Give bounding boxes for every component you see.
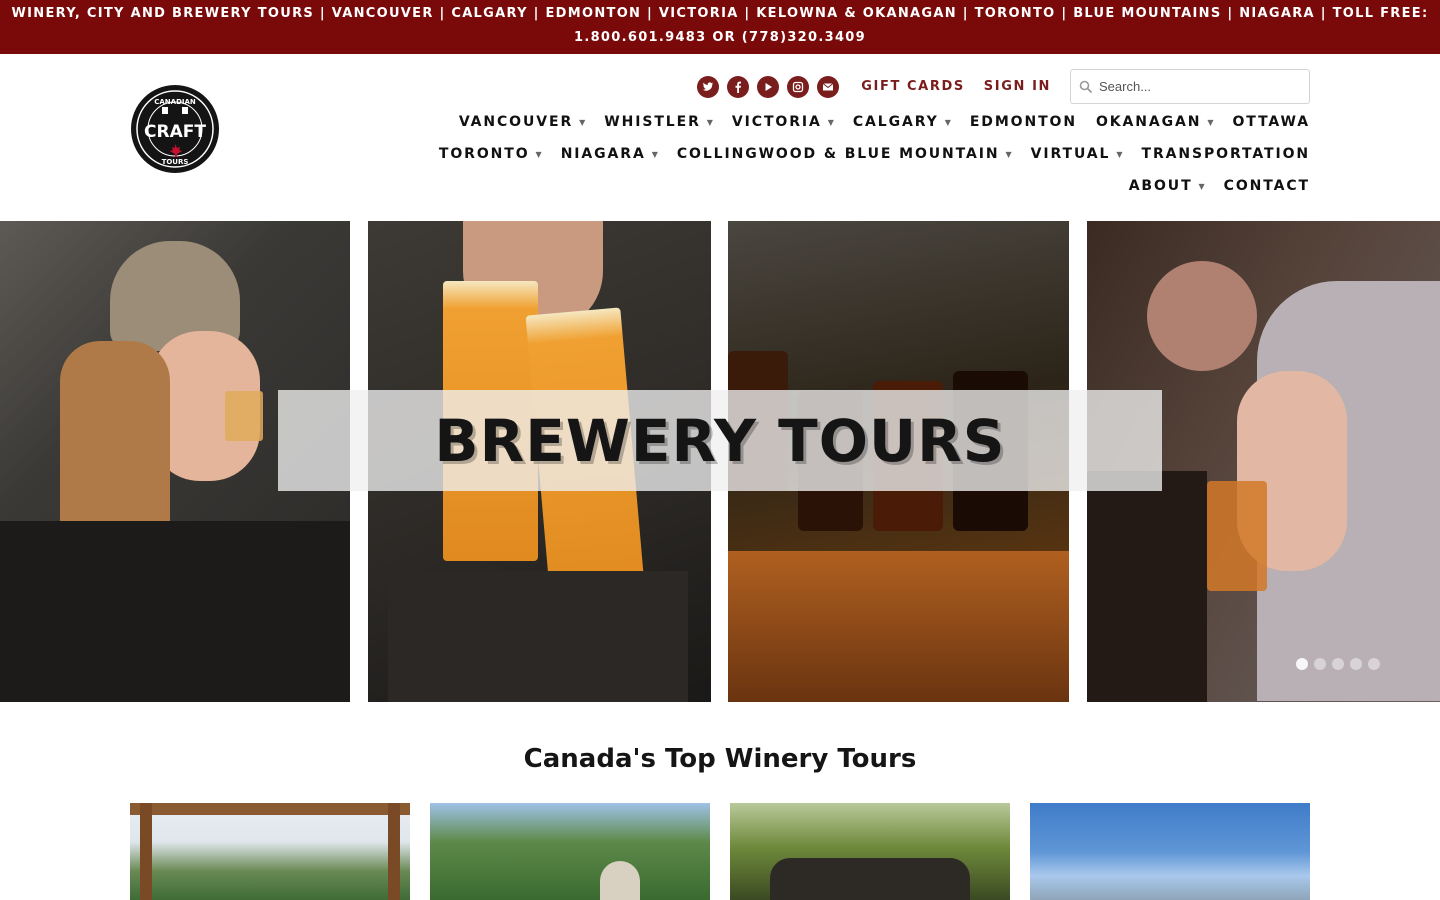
section-title: Canada's Top Winery Tours [523, 744, 917, 774]
chevron-down-icon: ▼ [706, 117, 713, 127]
nav-label: ABOUT [1128, 178, 1193, 194]
nav-row-2: TORONTO ▼ NIAGARA ▼ COLLINGWOOD & BLUE MOU… [439, 140, 1310, 168]
nav-item-toronto[interactable]: TORONTO ▼ [439, 146, 542, 162]
logo-top-text: CANADIAN [154, 98, 196, 106]
hero-title: BREWERY TOURS [434, 406, 1006, 475]
nav-label: VANCOUVER [458, 114, 574, 130]
nav-item-calgary[interactable]: CALGARY ▼ [853, 114, 951, 130]
chevron-down-icon: ▼ [1005, 149, 1012, 159]
nav-label: VIRTUAL [1030, 146, 1111, 162]
nav-item-collingwood[interactable]: COLLINGWOOD & BLUE MOUNTAIN ▼ [677, 146, 1012, 162]
email-icon[interactable] [817, 75, 840, 98]
chevron-down-icon: ▼ [827, 117, 834, 127]
logo-bottom-text: TOURS [162, 158, 189, 166]
nav-item-vancouver[interactable]: VANCOUVER ▼ [459, 114, 585, 130]
announcement-text: WINERY, CITY AND BREWERY TOURS | VANCOUV… [11, 6, 1429, 21]
announcement-phone: 1.800.601.9483 OR (778)320.3409 [573, 30, 866, 45]
sign-in-link[interactable]: SIGN IN [984, 79, 1051, 94]
nav-item-whistler[interactable]: WHISTLER ▼ [604, 114, 713, 130]
chevron-down-icon: ▼ [1116, 149, 1123, 159]
nav-row-1: VANCOUVER ▼ WHISTLER ▼ VICTORIA ▼ CALGARY ▼ … [459, 108, 1310, 136]
nav-label: TRANSPORTATION [1141, 146, 1310, 162]
search-input[interactable] [1099, 72, 1299, 101]
tour-card-2[interactable] [430, 803, 710, 900]
slide-dot-5[interactable] [1368, 658, 1380, 670]
slide-dot-4[interactable] [1350, 658, 1362, 670]
chevron-down-icon: ▼ [651, 149, 658, 159]
chevron-down-icon: ▼ [535, 149, 542, 159]
nav-item-victoria[interactable]: VICTORIA ▼ [732, 114, 834, 130]
utility-bar: GIFT CARDS SIGN IN [697, 69, 1310, 104]
nav-label: EDMONTON [969, 114, 1077, 130]
nav-item-virtual[interactable]: VIRTUAL ▼ [1031, 146, 1123, 162]
nav-label: NIAGARA [560, 146, 646, 162]
tour-card-1[interactable] [130, 803, 410, 900]
nav-label: VICTORIA [731, 114, 822, 130]
chevron-down-icon: ▼ [579, 117, 586, 127]
instagram-icon[interactable] [787, 75, 810, 98]
nav-item-contact[interactable]: CONTACT [1224, 178, 1310, 194]
nav-row-3: ABOUT ▼ CONTACT [1129, 172, 1310, 200]
nav-item-edmonton[interactable]: EDMONTON [970, 114, 1077, 130]
nav-item-okanagan[interactable]: OKANAGAN ▼ [1096, 114, 1214, 130]
logo-main-text: CRAFT [144, 122, 206, 142]
nav-item-transportation[interactable]: TRANSPORTATION [1142, 146, 1310, 162]
hero-slideshow[interactable]: BREWERY TOURS [0, 221, 1440, 702]
nav-label: OTTAWA [1232, 114, 1310, 130]
youtube-icon[interactable] [757, 75, 780, 98]
slide-dot-2[interactable] [1314, 658, 1326, 670]
chevron-down-icon: ▼ [1207, 117, 1214, 127]
facebook-icon[interactable] [727, 75, 750, 98]
tour-cards [130, 803, 1310, 900]
slideshow-pagination [1296, 658, 1380, 670]
twitter-icon[interactable] [697, 75, 720, 98]
social-links [697, 75, 840, 98]
nav-label: COLLINGWOOD & BLUE MOUNTAIN [676, 146, 1000, 162]
nav-item-about[interactable]: ABOUT ▼ [1129, 178, 1205, 194]
slide-dot-1[interactable] [1296, 658, 1308, 670]
chevron-down-icon: ▼ [944, 117, 951, 127]
hero-title-band: BREWERY TOURS [278, 390, 1162, 491]
craft-tours-logo: CANADIAN CRAFT TOURS [131, 85, 219, 173]
nav-item-niagara[interactable]: NIAGARA ▼ [561, 146, 658, 162]
nav-label: WHISTLER [604, 114, 701, 130]
gift-cards-link[interactable]: GIFT CARDS [861, 79, 965, 94]
nav-label: CALGARY [852, 114, 939, 130]
nav-label: CONTACT [1223, 178, 1310, 194]
search-icon[interactable] [1079, 80, 1093, 94]
tour-card-4[interactable] [1030, 803, 1310, 900]
nav-item-ottawa[interactable]: OTTAWA [1233, 114, 1311, 130]
chevron-down-icon: ▼ [1198, 181, 1205, 191]
site-logo[interactable]: CANADIAN CRAFT TOURS [130, 84, 220, 174]
announcement-bar: WINERY, CITY AND BREWERY TOURS | VANCOUV… [0, 0, 1440, 54]
tour-card-3[interactable] [730, 803, 1010, 900]
slide-dot-3[interactable] [1332, 658, 1344, 670]
nav-label: TORONTO [438, 146, 530, 162]
nav-label: OKANAGAN [1095, 114, 1202, 130]
search-box [1070, 69, 1310, 104]
